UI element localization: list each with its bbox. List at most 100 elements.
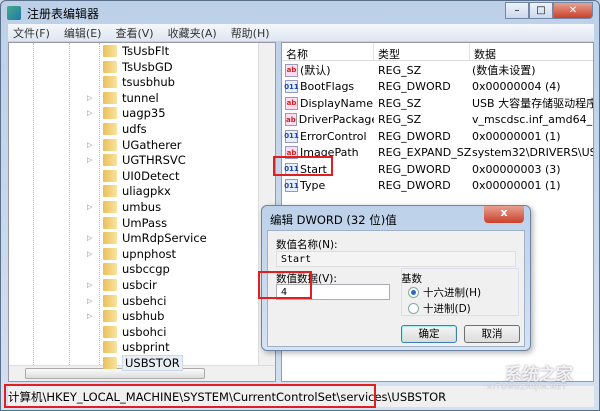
expand-arrow-icon[interactable]: ▷ (87, 312, 97, 320)
column-name[interactable]: 名称 (282, 43, 374, 61)
folder-icon (103, 76, 117, 89)
tree-item[interactable]: ▷ tunnel (87, 90, 159, 106)
tree-item[interactable]: ▷ umbus (87, 199, 161, 215)
tree-item[interactable]: ▷ usbhub (87, 308, 164, 324)
tree-item[interactable]: uliagpkx (87, 183, 171, 199)
tree-item[interactable]: TsUsbGD (87, 59, 173, 75)
ok-button[interactable]: 确定 (401, 325, 457, 343)
column-data[interactable]: 数据 (470, 43, 593, 61)
tree-item[interactable]: ▷ uagp35 (87, 105, 166, 121)
tree-item[interactable]: ▷ UGTHRSVC (87, 152, 186, 168)
tree-item-label: UmPass (122, 215, 168, 230)
tree-item[interactable]: ▷ UmRdpService (87, 230, 207, 246)
expand-arrow-icon[interactable]: ▷ (87, 234, 97, 242)
tree-item-label: TsUsbGD (122, 59, 173, 74)
value-row[interactable]: 011 BootFlags REG_DWORD 0x00000004 (4) (282, 79, 561, 96)
folder-icon (103, 279, 117, 291)
expand-arrow-icon[interactable]: ▷ (87, 141, 97, 149)
tree-item[interactable]: TsUsbFlt (87, 43, 169, 59)
value-name: BootFlags (300, 80, 355, 94)
radio-selected-icon (408, 287, 419, 298)
tree-item[interactable]: ▷ usbcir (87, 277, 157, 293)
radio-decimal[interactable]: 十进制(D) (408, 301, 471, 316)
tree-item-label: UmRdpService (122, 231, 207, 246)
value-row[interactable]: ab DisplayName REG_SZ USB 大容量存储驱动程序 (282, 95, 593, 112)
cancel-button[interactable]: 取消 (464, 325, 520, 343)
maximize-button[interactable]: □ (529, 2, 553, 19)
tree-item[interactable]: ▷ upnphost (87, 246, 176, 262)
value-data: 0x00000004 (4) (472, 80, 561, 94)
menu-view[interactable]: 查看(V) (115, 25, 153, 41)
value-row[interactable]: 011 Type REG_DWORD 0x00000001 (1) (282, 178, 561, 195)
value-type: REG_DWORD (378, 80, 451, 94)
tree-item[interactable]: usbprint (87, 339, 170, 355)
radio-hex[interactable]: 十六进制(H) (408, 285, 481, 300)
window-title: 注册表编辑器 (27, 6, 100, 21)
folder-icon (103, 263, 117, 276)
expand-arrow-icon[interactable]: ▷ (87, 94, 97, 102)
folder-icon (103, 138, 117, 151)
expand-arrow-icon[interactable]: ▷ (87, 109, 97, 117)
folder-icon (103, 294, 117, 307)
column-type[interactable]: 类型 (374, 43, 470, 61)
expand-arrow-icon[interactable]: ▷ (87, 156, 97, 164)
folder-icon (103, 154, 117, 167)
title-bar: 注册表编辑器 (7, 4, 99, 22)
registry-key-tree: TsUsbFlt TsUsbGD tsusbhub ▷ tunnel ▷ uagp35 udf… (8, 42, 276, 382)
value-data: 0x00000003 (3) (472, 162, 561, 176)
string-value-icon: ab (285, 63, 298, 77)
tree-item[interactable]: udfs (87, 121, 147, 137)
folder-icon (103, 216, 117, 229)
tree-item[interactable]: USBSTOR (87, 355, 183, 371)
tree-item-label: tsusbhub (122, 75, 175, 90)
folder-icon (103, 45, 117, 57)
tree-item-label: UGatherer (122, 137, 182, 152)
value-row[interactable]: abDriverPackageId REG_SZ v_mscdsc.inf_amd6… (282, 112, 593, 129)
folder-icon (103, 357, 117, 369)
value-row[interactable]: 011 ErrorControl REG_DWORD 0x00000001 (1) (282, 128, 561, 145)
minimize-button[interactable]: – (505, 2, 529, 19)
folder-icon (103, 91, 117, 104)
menu-favorites[interactable]: 收藏夹(A) (168, 25, 217, 41)
folder-icon (103, 107, 117, 120)
close-button[interactable]: ✕ (553, 2, 593, 19)
value-name: ErrorControl (300, 129, 367, 143)
tree-item[interactable]: tsusbhub (87, 74, 175, 90)
menu-edit[interactable]: 编辑(E) (64, 25, 102, 41)
value-type: REG_SZ (378, 113, 422, 127)
folder-icon (103, 185, 117, 198)
hex-label: 十六进制(H) (423, 287, 482, 299)
value-name: DisplayName (300, 96, 373, 110)
expand-arrow-icon[interactable]: ▷ (87, 250, 97, 258)
tree-item-label: usbhub (122, 309, 165, 324)
tree-item-label: umbus (122, 200, 162, 214)
value-type: REG_SZ (378, 63, 422, 77)
expand-arrow-icon[interactable]: ▷ (87, 203, 97, 211)
value-name-field[interactable]: Start (276, 251, 516, 267)
tree-item[interactable]: usbccgp (87, 261, 170, 277)
tree-item[interactable]: ▷ usbehci (87, 293, 166, 309)
tree-item-label: USBSTOR (122, 355, 183, 371)
expand-arrow-icon[interactable]: ▷ (87, 297, 97, 305)
string-value-icon: ab (285, 113, 297, 127)
folder-icon (103, 247, 117, 260)
value-data: (数值未设置) (472, 64, 536, 78)
tree-item[interactable]: ▷ UGatherer (87, 137, 182, 153)
dialog-close-button[interactable]: x (484, 206, 524, 223)
tree-item[interactable]: usbohci (87, 324, 166, 340)
value-type: REG_EXPAND_SZ (378, 146, 472, 160)
menu-file[interactable]: 文件(F) (13, 25, 50, 41)
value-name: Type (300, 179, 326, 193)
tree-item-label: UGTHRSVC (122, 153, 186, 168)
tree-item-label: UI0Detect (122, 168, 180, 183)
value-name: DriverPackageId (298, 113, 374, 127)
menu-help[interactable]: 帮助(H) (231, 25, 270, 41)
tree-item[interactable]: UmPass (87, 215, 167, 231)
folder-icon (103, 201, 117, 213)
expand-arrow-icon[interactable]: ▷ (87, 281, 97, 289)
binary-value-icon: 011 (284, 80, 299, 94)
value-row[interactable]: ab (默认) REG_SZ (数值未设置) (282, 62, 536, 79)
highlight-value-data (258, 271, 312, 299)
value-data: v_mscdsc.inf_amd64_neutra (472, 113, 593, 127)
tree-item[interactable]: UI0Detect (87, 168, 179, 184)
